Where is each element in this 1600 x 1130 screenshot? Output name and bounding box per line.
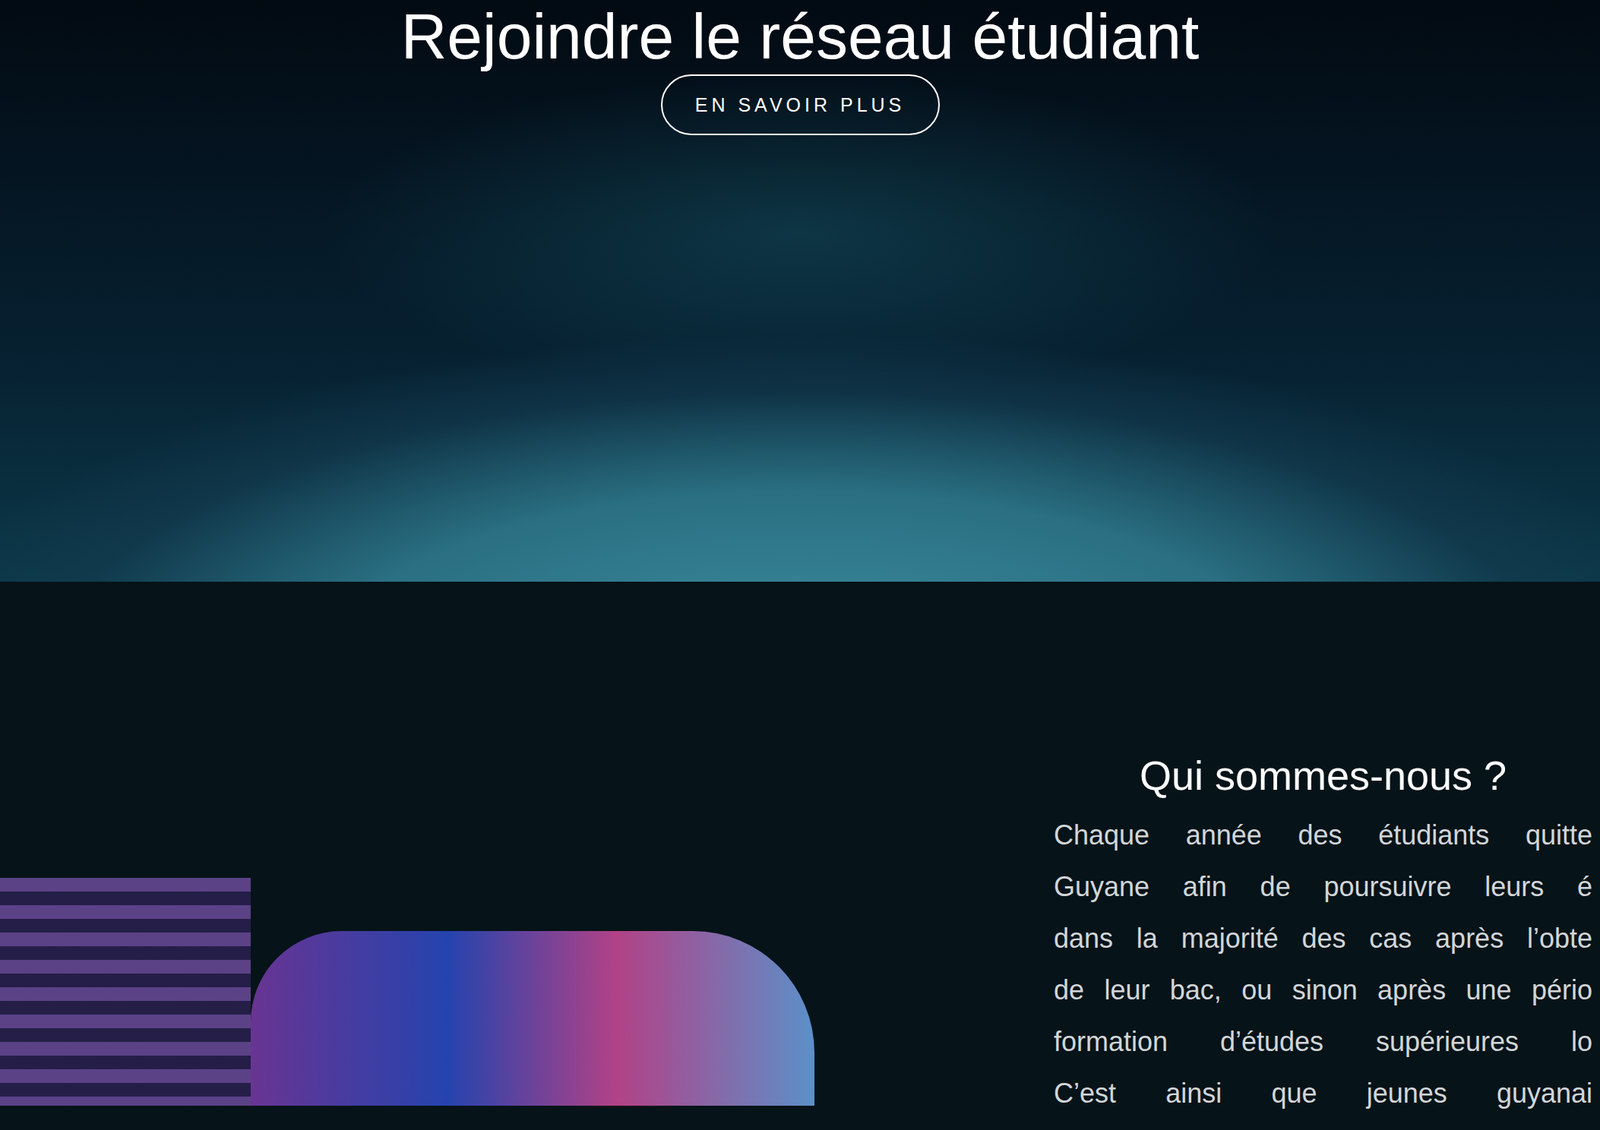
paragraph-line: de leur bac, ou sinon après une pério bbox=[1053, 964, 1593, 1017]
hero-content: Rejoindre le réseau étudiantEN SAVOIR PL… bbox=[0, 0, 1600, 136]
about-paragraph: Chaque année des étudiants quitteGuyane … bbox=[1053, 809, 1593, 1120]
paragraph-line: Chaque année des étudiants quitte bbox=[1053, 809, 1593, 862]
about-text: Qui sommes-nous ? Chaque année des étudia… bbox=[1053, 750, 1593, 1130]
books-illustration bbox=[0, 878, 251, 1107]
paragraph-line: C’est ainsi que jeunes guyanai bbox=[1053, 1068, 1593, 1120]
learn-more-button[interactable]: EN SAVOIR PLUS bbox=[660, 74, 940, 136]
paragraph-line: Guyane afin de poursuivre leurs é bbox=[1053, 861, 1593, 914]
paragraph-line: formation d’études supérieures lo bbox=[1053, 1016, 1593, 1069]
page: Rejoindre le réseau étudiantEN SAVOIR PL… bbox=[0, 0, 1600, 1130]
crowd-illustration bbox=[250, 931, 815, 1107]
students-illustration bbox=[0, 765, 815, 1107]
about-title: Qui sommes-nous ? bbox=[1053, 750, 1593, 801]
hero-section: Rejoindre le réseau étudiantEN SAVOIR PL… bbox=[0, 0, 1600, 582]
about-section: Qui sommes-nous ? Chaque année des étudia… bbox=[0, 581, 1600, 1130]
paragraph-line: dans la majorité des cas après l’obte bbox=[1053, 913, 1593, 965]
hero-title: Rejoindre le réseau étudiant bbox=[401, 0, 1200, 73]
